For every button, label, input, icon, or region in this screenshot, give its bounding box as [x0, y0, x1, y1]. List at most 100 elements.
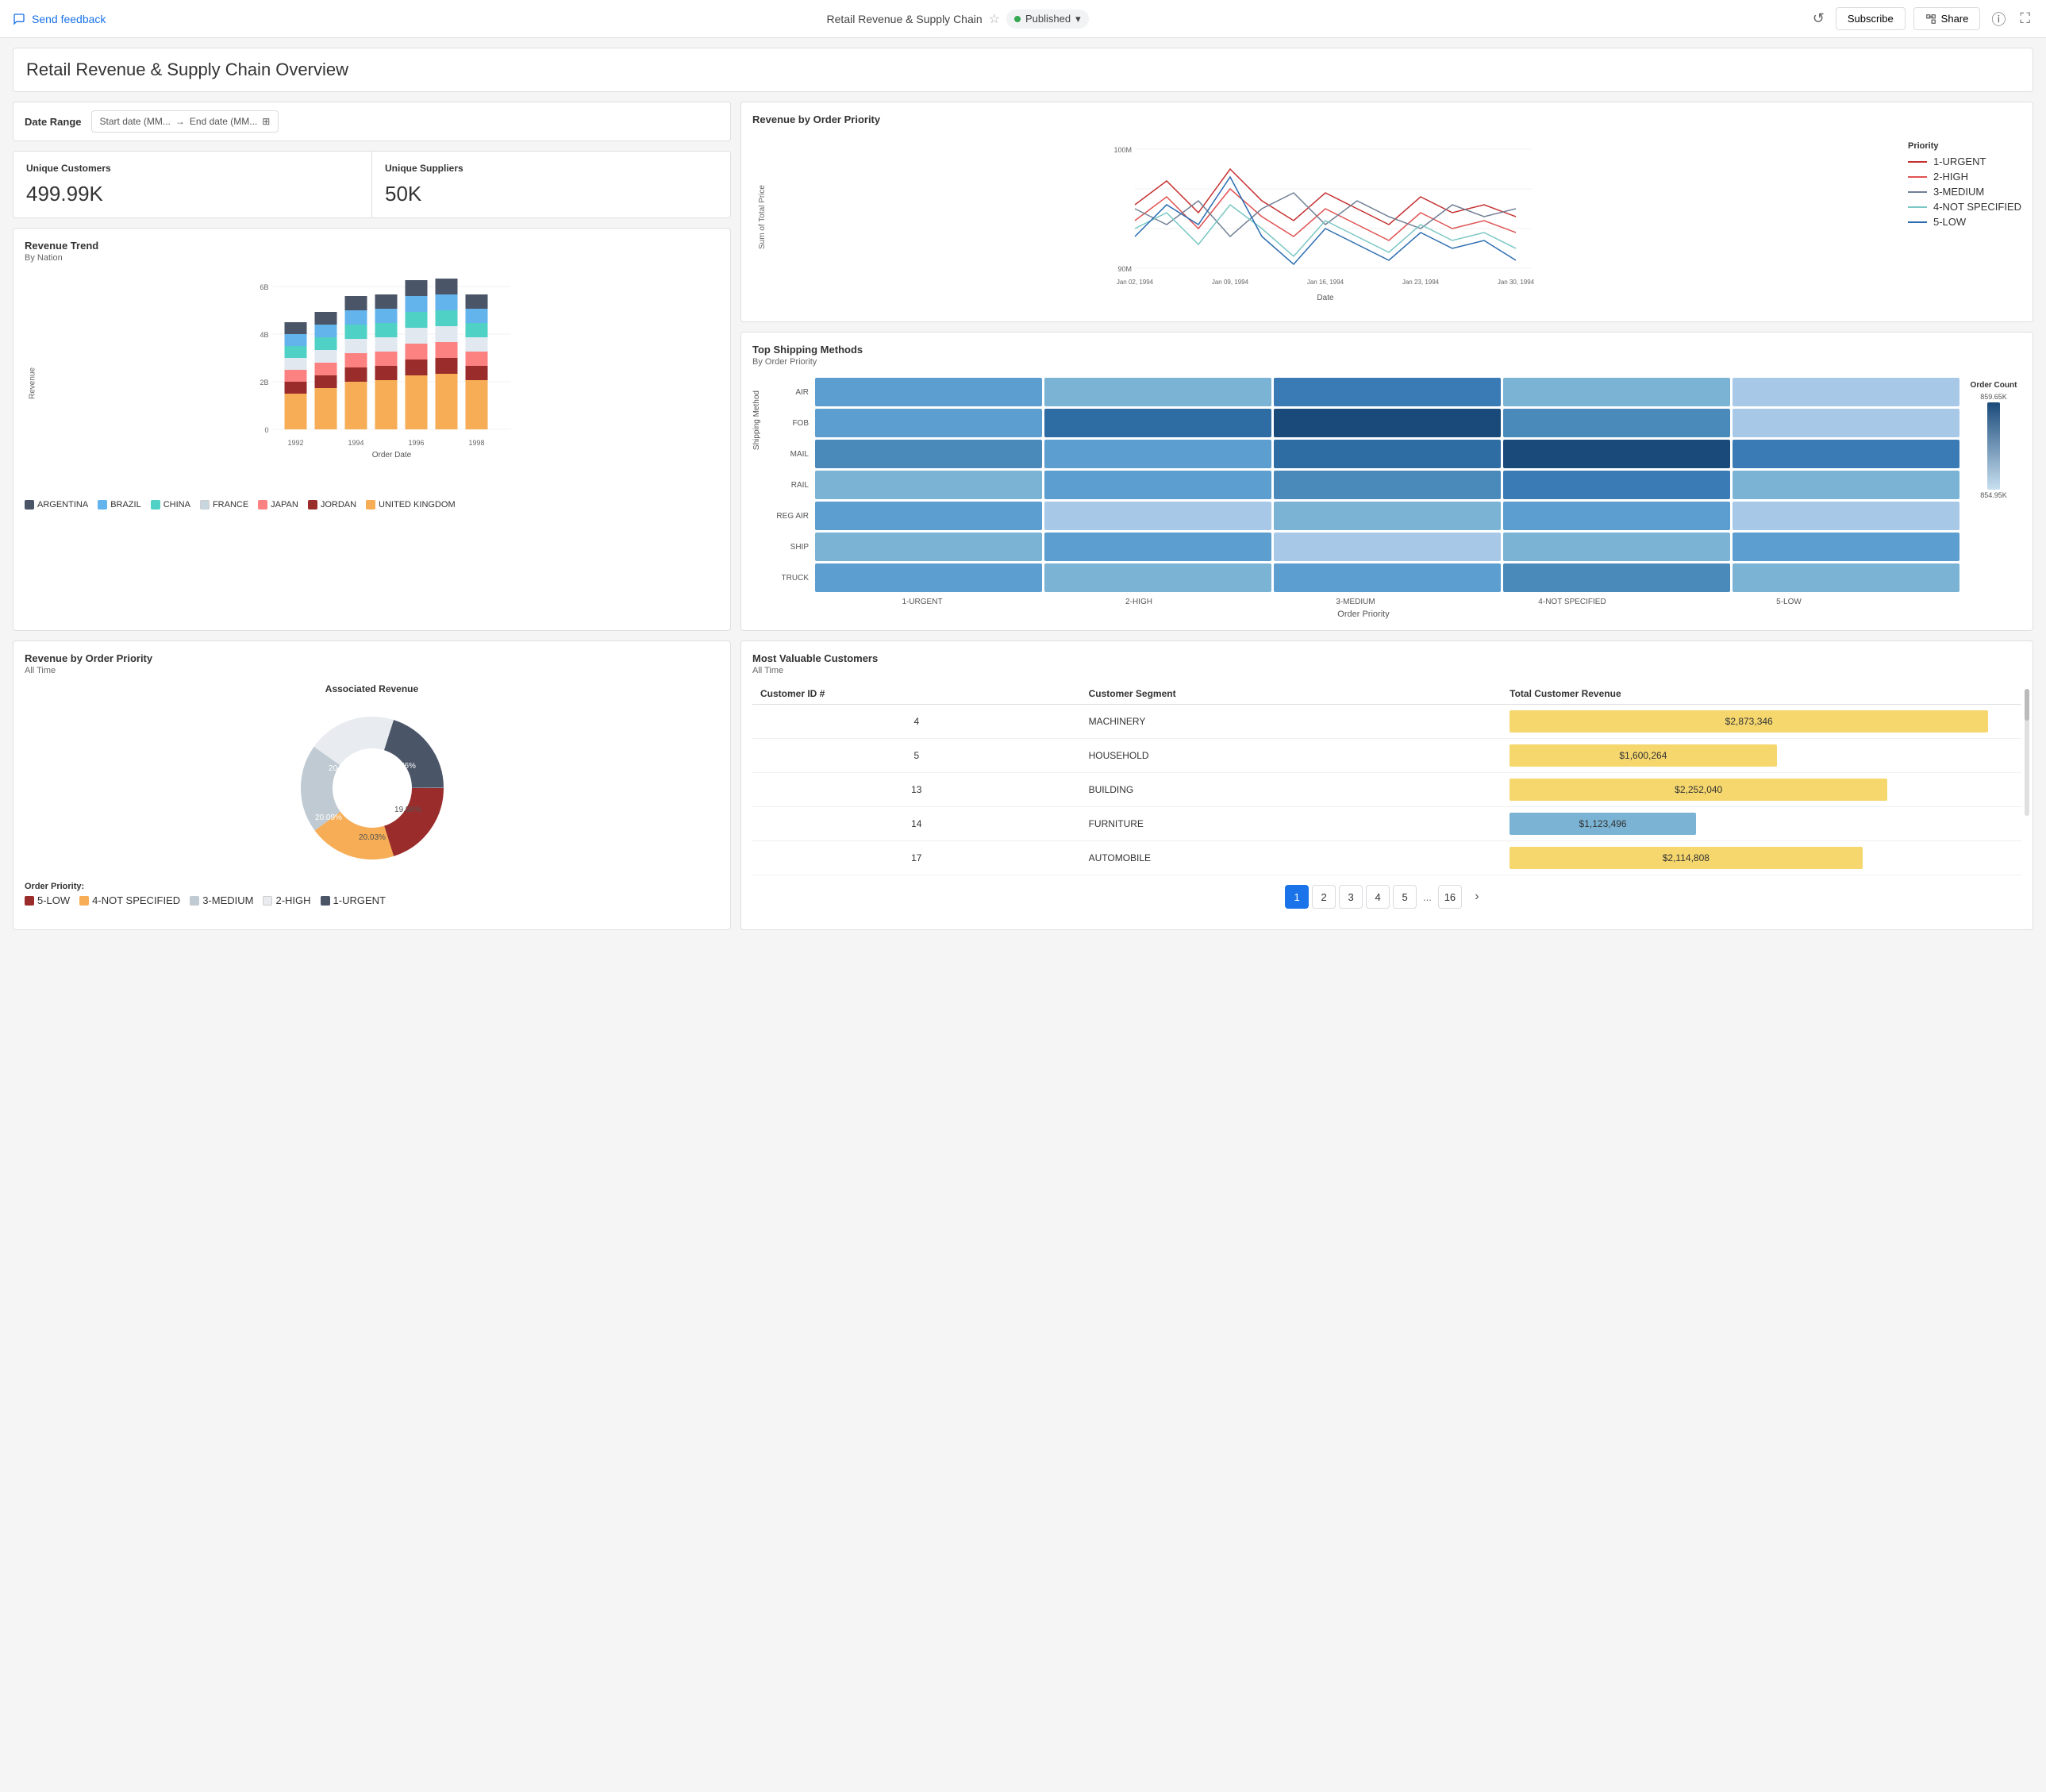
pct-label-5low: 20.14% — [329, 764, 356, 773]
fullscreen-button[interactable]: ⛶ — [2017, 7, 2033, 30]
svg-text:1998: 1998 — [468, 439, 484, 447]
top-grid: Date Range Start date (MM... → End date … — [13, 102, 2033, 631]
share-button[interactable]: Share — [1913, 7, 1981, 30]
page-4-button[interactable]: 4 — [1366, 885, 1390, 909]
right-column: Revenue by Order Priority Sum of Total P… — [740, 102, 2033, 631]
customer-id: 4 — [752, 705, 1081, 739]
info-button[interactable]: ⓘ — [1988, 6, 2009, 33]
share-icon — [1925, 13, 1936, 25]
heatmap-cell[interactable] — [1733, 563, 1959, 592]
heatmap-label-air: AIR — [767, 388, 815, 397]
heatmap-cell[interactable] — [1274, 378, 1501, 406]
heatmap-cell[interactable] — [815, 533, 1042, 561]
heatmap-cell[interactable] — [1044, 502, 1271, 530]
heatmap-cell[interactable] — [1044, 440, 1271, 468]
heatmap-cell[interactable] — [815, 440, 1042, 468]
donut-subtitle: All Time — [25, 666, 719, 675]
heatmap-cell[interactable] — [1503, 378, 1730, 406]
revenue-trend-title: Revenue Trend — [25, 240, 719, 252]
heatmap-cell[interactable] — [1274, 502, 1501, 530]
revenue-trend-subtitle: By Nation — [25, 253, 719, 263]
heatmap-cell[interactable] — [1044, 378, 1271, 406]
heatmap-cell[interactable] — [1733, 471, 1959, 499]
heatmap-cell[interactable] — [815, 563, 1042, 592]
star-icon[interactable]: ☆ — [989, 11, 1000, 27]
page-next-button[interactable]: › — [1465, 885, 1489, 909]
heatmap-cell[interactable] — [1503, 440, 1730, 468]
heatmap-cell[interactable] — [1733, 440, 1959, 468]
bar-group-7[interactable] — [466, 294, 488, 429]
page-1-button[interactable]: 1 — [1285, 885, 1309, 909]
bar-group-1[interactable] — [285, 322, 307, 429]
china-color — [151, 500, 160, 510]
bar-group-3[interactable] — [345, 296, 367, 429]
heatmap-cell[interactable] — [1044, 533, 1271, 561]
scrollbar-thumb[interactable] — [2025, 689, 2029, 721]
heatmap-cells-fob — [815, 409, 1959, 437]
legend-op-5low: 5-LOW — [25, 894, 70, 906]
heatmap-cell[interactable] — [1274, 440, 1501, 468]
heatmap-cell[interactable] — [1503, 533, 1730, 561]
customer-id: 13 — [752, 773, 1081, 807]
bar-group-2[interactable] — [315, 312, 337, 429]
heatmap-cell[interactable] — [1503, 409, 1730, 437]
page-5-button[interactable]: 5 — [1393, 885, 1417, 909]
heatmap-cell[interactable] — [1274, 533, 1501, 561]
page-3-button[interactable]: 3 — [1339, 885, 1363, 909]
svg-text:Jan 09, 1994: Jan 09, 1994 — [1212, 279, 1249, 286]
subscribe-button[interactable]: Subscribe — [1836, 7, 1906, 30]
feedback-button[interactable]: Send feedback — [13, 13, 106, 25]
heatmap-cell[interactable] — [1274, 409, 1501, 437]
heatmap-cell[interactable] — [1274, 563, 1501, 592]
bar-group-5[interactable] — [406, 280, 428, 429]
unique-suppliers-value: 50K — [385, 182, 717, 206]
published-badge[interactable]: Published ▾ — [1006, 10, 1089, 29]
heatmap-x-label-1urgent: 1-URGENT — [815, 598, 1029, 606]
table-row: 5 HOUSEHOLD $1,600,264 — [752, 739, 2021, 773]
main-content: Retail Revenue & Supply Chain Overview D… — [0, 38, 2046, 940]
heatmap-cell[interactable] — [1733, 502, 1959, 530]
feedback-label: Send feedback — [32, 13, 106, 25]
heatmap-cell[interactable] — [1503, 563, 1730, 592]
heatmap-cell[interactable] — [815, 502, 1042, 530]
heatmap-label-regair: REG AIR — [767, 512, 815, 521]
page-last-button[interactable]: 16 — [1438, 885, 1462, 909]
heatmap-cell[interactable] — [1274, 471, 1501, 499]
france-color — [200, 500, 210, 510]
revenue-priority-card: Revenue by Order Priority Sum of Total P… — [740, 102, 2033, 322]
heatmap-cell[interactable] — [1733, 378, 1959, 406]
unique-customers-label: Unique Customers — [26, 163, 359, 174]
medium-label: 3-MEDIUM — [1933, 186, 1984, 198]
bar-cell: $1,600,264 — [1510, 744, 2013, 767]
heatmap-cell[interactable] — [815, 471, 1042, 499]
svg-text:Jan 30, 1994: Jan 30, 1994 — [1498, 279, 1535, 286]
heatmap-cell[interactable] — [1503, 471, 1730, 499]
customer-id: 5 — [752, 739, 1081, 773]
heatmap-cell[interactable] — [1733, 409, 1959, 437]
uk-label: UNITED KINGDOM — [379, 500, 456, 510]
most-valuable-title: Most Valuable Customers — [752, 652, 2021, 664]
line-y-label: Sum of Total Price — [758, 185, 767, 249]
heatmap-row-regair: REG AIR — [767, 502, 1959, 530]
legend-3medium: 3-MEDIUM — [1908, 186, 2021, 198]
most-valuable-card: Most Valuable Customers All Time Custome… — [740, 640, 2033, 930]
heatmap-cell[interactable] — [815, 378, 1042, 406]
heatmap-row-truck: TRUCK — [767, 563, 1959, 592]
heatmap-cell[interactable] — [1503, 502, 1730, 530]
heatmap-cell[interactable] — [1044, 409, 1271, 437]
heatmap-cell[interactable] — [815, 409, 1042, 437]
heatmap-label-truck: TRUCK — [767, 574, 815, 583]
legend-op-1urgent: 1-URGENT — [321, 894, 386, 906]
bar-group-6[interactable] — [436, 279, 458, 429]
refresh-button[interactable]: ↺ — [1809, 7, 1828, 30]
pct-label-3med: 19.98% — [394, 806, 421, 814]
page-2-button[interactable]: 2 — [1312, 885, 1336, 909]
donut-chart-title: Associated Revenue — [325, 683, 418, 694]
customer-segment: BUILDING — [1081, 773, 1502, 807]
heatmap-cell[interactable] — [1044, 563, 1271, 592]
date-range-input[interactable]: Start date (MM... → End date (MM... ⊞ — [91, 110, 279, 133]
heatmap-cell[interactable] — [1044, 471, 1271, 499]
bottom-grid: Revenue by Order Priority All Time Assoc… — [13, 640, 2033, 930]
heatmap-cell[interactable] — [1733, 533, 1959, 561]
bar-group-4[interactable] — [375, 294, 398, 429]
